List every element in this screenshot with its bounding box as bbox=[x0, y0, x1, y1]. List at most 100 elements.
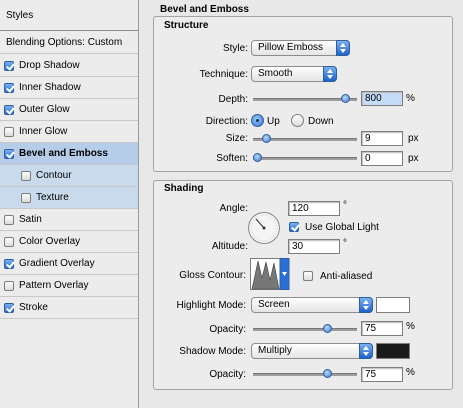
styles-header[interactable]: Styles bbox=[0, 0, 138, 31]
shadow-opacity-input[interactable]: 75 bbox=[361, 367, 403, 382]
soften-slider-track[interactable] bbox=[253, 157, 357, 160]
sidebar-item-label: Texture bbox=[36, 192, 69, 203]
styles-title: Styles bbox=[6, 9, 34, 21]
sidebar-item-contour[interactable]: Contour bbox=[0, 165, 138, 187]
altitude-label: Altitude: bbox=[211, 241, 248, 252]
technique-label: Technique: bbox=[199, 69, 248, 80]
sidebar-item-label: Inner Glow bbox=[19, 126, 68, 137]
sidebar-item-outer-glow[interactable]: Outer Glow bbox=[0, 99, 138, 121]
inner-shadow-checkbox[interactable] bbox=[4, 82, 14, 93]
gloss-contour-label: Gloss Contour: bbox=[179, 270, 246, 281]
direction-down-label: Down bbox=[308, 116, 334, 127]
altitude-unit: ° bbox=[343, 238, 347, 249]
structure-title: Structure bbox=[164, 20, 209, 31]
light-angle-icon bbox=[248, 212, 280, 244]
sidebar-item-gradient-overlay[interactable]: Gradient Overlay bbox=[0, 253, 138, 275]
shading-title: Shading bbox=[164, 183, 204, 194]
size-input[interactable]: 9 bbox=[361, 131, 403, 146]
panel-title: Bevel and Emboss bbox=[160, 4, 249, 15]
depth-unit: % bbox=[406, 93, 415, 104]
sidebar-item-label: Inner Shadow bbox=[19, 82, 81, 93]
bevel-emboss-panel: Bevel and Emboss Structure Style: Pillow… bbox=[140, 0, 463, 408]
blending-options-item[interactable]: Blending Options: Custom bbox=[0, 32, 138, 54]
angle-unit: ° bbox=[343, 200, 347, 211]
chevron-updown-icon bbox=[359, 297, 373, 313]
satin-checkbox[interactable] bbox=[4, 214, 14, 225]
chevron-updown-icon bbox=[359, 343, 373, 359]
technique-select-value: Smooth bbox=[258, 68, 293, 79]
direction-up-label: Up bbox=[267, 116, 280, 127]
sidebar-item-color-overlay[interactable]: Color Overlay bbox=[0, 231, 138, 253]
soften-unit: px bbox=[408, 153, 419, 164]
size-label: Size: bbox=[225, 133, 248, 144]
stroke-checkbox[interactable] bbox=[4, 302, 14, 313]
blending-options-label: Blending Options: Custom bbox=[6, 37, 123, 48]
sidebar-item-satin[interactable]: Satin bbox=[0, 209, 138, 231]
sidebar-item-label: Pattern Overlay bbox=[19, 280, 89, 291]
sidebar-item-label: Drop Shadow bbox=[19, 60, 80, 71]
shadow-opacity-label: Opacity: bbox=[209, 369, 246, 380]
outer-glow-checkbox[interactable] bbox=[4, 104, 14, 115]
color-overlay-checkbox[interactable] bbox=[4, 236, 14, 247]
sidebar-item-pattern-overlay[interactable]: Pattern Overlay bbox=[0, 275, 138, 297]
highlight-opacity-unit: % bbox=[406, 321, 415, 332]
depth-label: Depth: bbox=[218, 94, 248, 105]
shadow-mode-select[interactable]: Multiply bbox=[251, 343, 373, 359]
angle-dial[interactable] bbox=[247, 211, 281, 245]
inner-glow-checkbox[interactable] bbox=[4, 126, 14, 137]
contour-curve-icon bbox=[250, 258, 290, 290]
sidebar-item-label: Contour bbox=[36, 170, 72, 181]
shadow-color-swatch[interactable] bbox=[376, 343, 410, 359]
soften-label: Soften: bbox=[216, 153, 248, 164]
sidebar-item-texture[interactable]: Texture bbox=[0, 187, 138, 209]
pattern-overlay-checkbox[interactable] bbox=[4, 280, 14, 291]
sidebar-item-inner-glow[interactable]: Inner Glow bbox=[0, 121, 138, 143]
sidebar-item-label: Stroke bbox=[19, 302, 48, 313]
anti-aliased-label: Anti-aliased bbox=[320, 271, 373, 282]
sidebar-item-label: Outer Glow bbox=[19, 104, 70, 115]
highlight-mode-select[interactable]: Screen bbox=[251, 297, 373, 313]
shadow-opacity-track[interactable] bbox=[253, 373, 357, 376]
highlight-mode-value: Screen bbox=[258, 299, 290, 310]
sidebar-item-inner-shadow[interactable]: Inner Shadow bbox=[0, 77, 138, 99]
sidebar-item-stroke[interactable]: Stroke bbox=[0, 297, 138, 319]
sidebar-item-label: Bevel and Emboss bbox=[19, 148, 108, 159]
gloss-contour-picker[interactable] bbox=[250, 258, 290, 290]
texture-checkbox[interactable] bbox=[21, 192, 31, 203]
highlight-opacity-label: Opacity: bbox=[209, 324, 246, 335]
highlight-opacity-thumb[interactable] bbox=[322, 324, 332, 333]
angle-label: Angle: bbox=[219, 203, 248, 214]
angle-input[interactable]: 120 bbox=[288, 201, 340, 216]
technique-select[interactable]: Smooth bbox=[251, 66, 337, 82]
style-select-value: Pillow Emboss bbox=[258, 42, 324, 53]
use-global-light-checkbox[interactable] bbox=[289, 222, 299, 232]
contour-checkbox[interactable] bbox=[21, 170, 31, 181]
sidebar-item-label: Gradient Overlay bbox=[19, 258, 95, 269]
soften-slider-thumb[interactable] bbox=[253, 153, 262, 162]
chevron-updown-icon bbox=[336, 40, 350, 56]
direction-down-radio[interactable] bbox=[291, 114, 304, 127]
gradient-overlay-checkbox[interactable] bbox=[4, 258, 14, 269]
sidebar-item-drop-shadow[interactable]: Drop Shadow bbox=[0, 55, 138, 77]
bevel-emboss-checkbox[interactable] bbox=[4, 148, 14, 159]
highlight-color-swatch[interactable] bbox=[376, 297, 410, 313]
altitude-input[interactable]: 30 bbox=[288, 239, 340, 254]
chevron-updown-icon bbox=[323, 66, 337, 82]
drop-shadow-checkbox[interactable] bbox=[4, 60, 14, 71]
style-select[interactable]: Pillow Emboss bbox=[251, 40, 350, 56]
anti-aliased-checkbox[interactable] bbox=[303, 271, 313, 281]
size-unit: px bbox=[408, 133, 419, 144]
shadow-mode-label: Shadow Mode: bbox=[179, 346, 246, 357]
highlight-mode-label: Highlight Mode: bbox=[176, 300, 246, 311]
highlight-opacity-input[interactable]: 75 bbox=[361, 321, 403, 336]
highlight-opacity-track[interactable] bbox=[253, 328, 357, 331]
shadow-mode-value: Multiply bbox=[258, 345, 292, 356]
style-label: Style: bbox=[222, 43, 248, 54]
sidebar-item-bevel-emboss[interactable]: Bevel and Emboss bbox=[0, 143, 138, 165]
depth-input[interactable]: 800 bbox=[361, 91, 403, 106]
sidebar-item-label: Satin bbox=[19, 214, 42, 225]
soften-input[interactable]: 0 bbox=[361, 151, 403, 166]
direction-up-radio[interactable] bbox=[251, 114, 264, 127]
shadow-opacity-thumb[interactable] bbox=[322, 369, 332, 378]
sidebar-item-label: Color Overlay bbox=[19, 236, 81, 247]
